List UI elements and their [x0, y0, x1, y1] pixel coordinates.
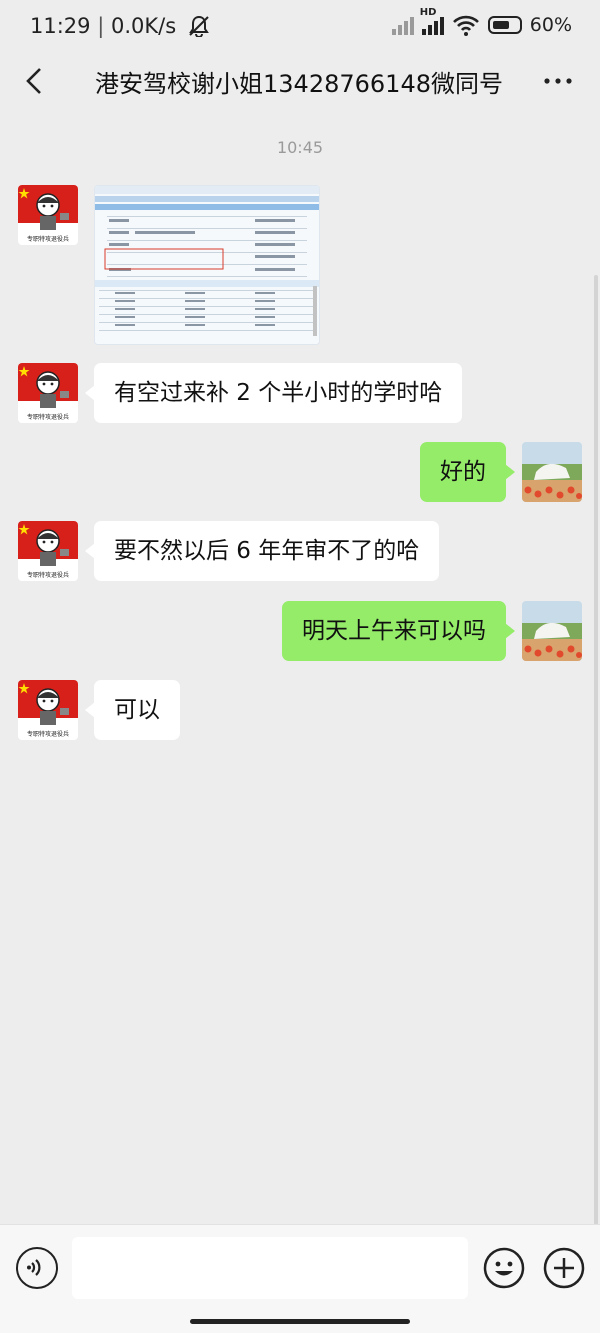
- battery-icon: [487, 16, 522, 34]
- battery-percent: 60%: [529, 14, 572, 36]
- voice-button[interactable]: [16, 1247, 58, 1289]
- avatar-caption: 专职特攻退役兵: [26, 731, 69, 738]
- contact-avatar[interactable]: 专职特攻退役兵: [18, 363, 78, 423]
- home-indicator: [190, 1319, 410, 1324]
- avatar-caption: 专职特攻退役兵: [26, 414, 69, 421]
- plus-icon[interactable]: [543, 1247, 585, 1289]
- status-right: HD 60%: [391, 7, 572, 36]
- avatar-caption: 专职特攻退役兵: [26, 572, 69, 579]
- message-bubble-incoming[interactable]: 可以: [85, 680, 180, 740]
- input-bar: [0, 1224, 600, 1333]
- message-bubble-incoming[interactable]: 要不然以后 6 年年审不了的哈: [84, 521, 440, 581]
- message-bubble-outgoing[interactable]: 好的: [420, 442, 515, 502]
- voice-icon: [27, 1259, 41, 1276]
- hd-badge: HD: [419, 7, 437, 18]
- chat-header: 港安驾校谢小姐13428766148微同号: [0, 56, 600, 108]
- status-bar: 11:29 | 0.0K/s HD 60%: [0, 0, 600, 56]
- status-time: 11:29 | 0.0K/s: [30, 14, 211, 38]
- contact-avatar[interactable]: 专职特攻退役兵: [18, 680, 78, 740]
- more-dots-icon[interactable]: [542, 68, 574, 94]
- emoji-icon[interactable]: [483, 1247, 525, 1289]
- chat-title: 港安驾校谢小姐13428766148微同号: [95, 70, 503, 98]
- avatar-caption: 专职特攻退役兵: [26, 236, 69, 243]
- message-image[interactable]: [94, 185, 320, 345]
- my-avatar[interactable]: [522, 601, 582, 661]
- chevron-left-icon[interactable]: [20, 66, 50, 96]
- message-timestamp: 10:45: [276, 138, 324, 157]
- wifi-icon: [452, 15, 479, 36]
- clock-text: 11:29: [30, 14, 91, 38]
- contact-avatar[interactable]: 专职特攻退役兵: [18, 185, 78, 245]
- my-avatar[interactable]: [522, 442, 582, 502]
- chat-scrollbar[interactable]: [594, 275, 598, 1225]
- bell-muted-icon: [188, 15, 209, 38]
- signal-icon-2: HD: [420, 7, 444, 35]
- signal-icon-1: [391, 15, 414, 35]
- network-speed: 0.0K/s: [110, 14, 177, 38]
- message-bubble-outgoing[interactable]: 明天上午来可以吗: [282, 601, 515, 661]
- contact-avatar[interactable]: 专职特攻退役兵: [18, 521, 78, 581]
- message-input[interactable]: [72, 1237, 468, 1299]
- message-bubble-incoming[interactable]: 有空过来补 2 个半小时的学时哈: [84, 363, 463, 423]
